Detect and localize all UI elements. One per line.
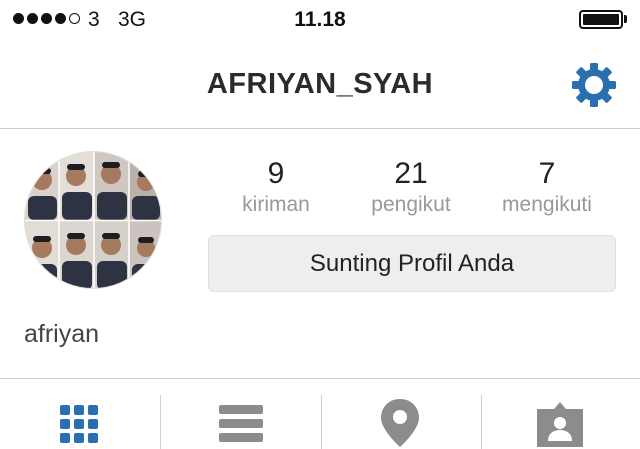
- location-pin-icon: [381, 399, 419, 447]
- username: afriyan: [24, 320, 100, 348]
- profile-tab-bar: [0, 378, 640, 449]
- stat-followers[interactable]: 21 pengikut: [341, 158, 481, 218]
- avatar[interactable]: [24, 151, 162, 289]
- stat-posts: 9 kiriman: [206, 158, 346, 218]
- status-bar: 3 3G 11.18: [0, 0, 640, 40]
- tab-list-view[interactable]: [161, 379, 321, 449]
- stat-following-label: mengikuti: [502, 193, 592, 216]
- stat-followers-count: 21: [394, 157, 428, 190]
- list-icon: [219, 405, 263, 442]
- grid-icon: [60, 405, 98, 443]
- tab-grid-view[interactable]: [0, 379, 160, 449]
- edit-profile-button[interactable]: Sunting Profil Anda: [208, 235, 616, 292]
- gear-icon[interactable]: [569, 60, 619, 110]
- page-title: AFRIYAN_SYAH: [206, 68, 434, 100]
- stat-following-count: 7: [538, 157, 556, 190]
- tab-location-view[interactable]: [322, 379, 482, 449]
- battery-icon: [579, 10, 623, 29]
- stat-followers-label: pengikut: [371, 193, 451, 216]
- status-time: 11.18: [294, 8, 346, 31]
- stat-posts-count: 9: [267, 157, 285, 190]
- stat-posts-label: kiriman: [242, 193, 310, 216]
- profile-header: AFRIYAN_SYAH: [0, 40, 640, 129]
- tagged-person-icon: [537, 402, 583, 447]
- tab-tagged-photos[interactable]: [482, 379, 640, 449]
- battery-cap: [624, 15, 627, 23]
- stat-following[interactable]: 7 mengikuti: [477, 158, 617, 218]
- avatar-collage-image: [25, 152, 161, 288]
